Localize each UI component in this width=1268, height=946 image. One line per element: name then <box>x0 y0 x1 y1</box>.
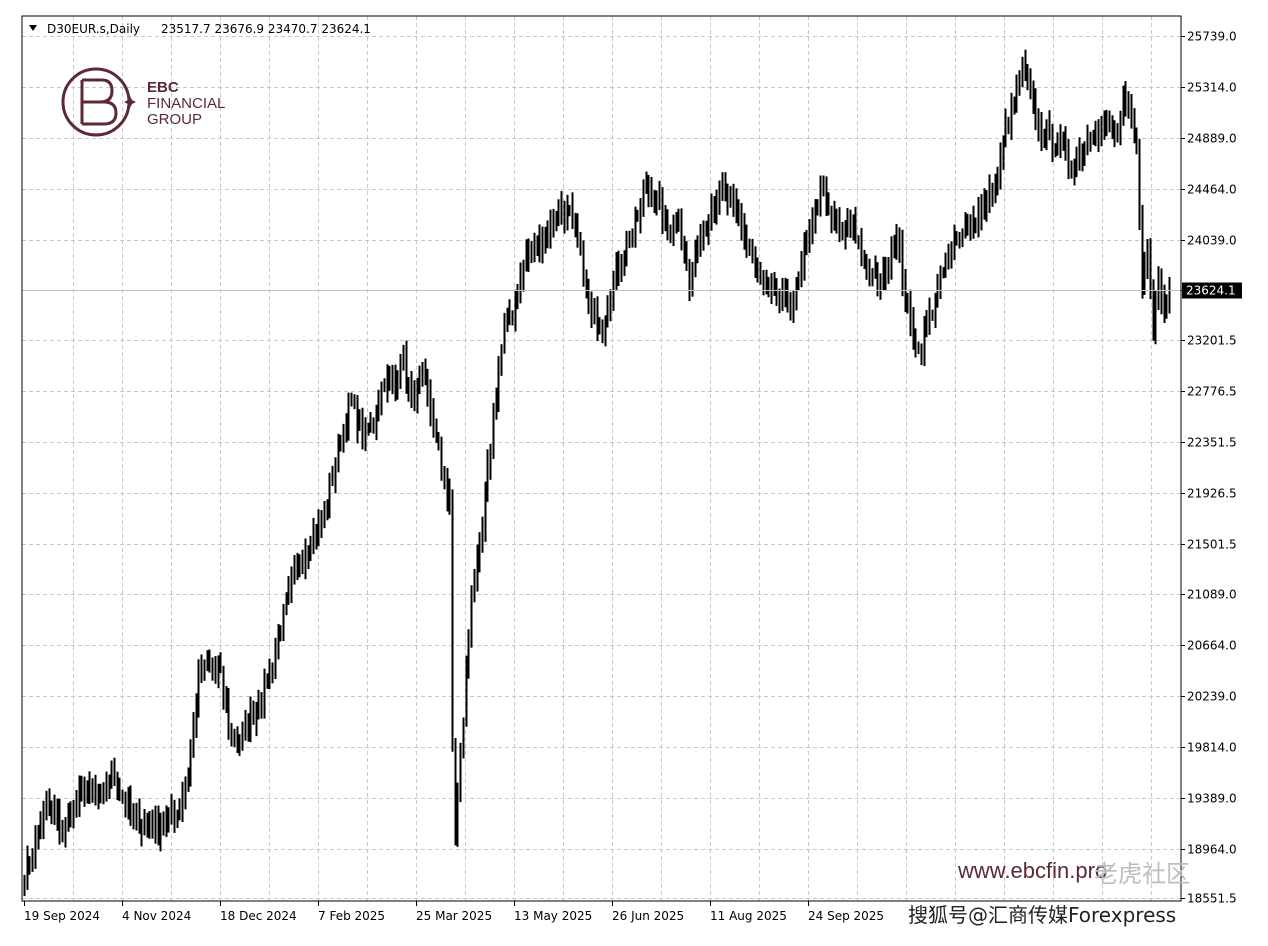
logo-line2: GROUP <box>147 111 202 128</box>
y-tick-label: 21089.0 <box>1187 588 1237 602</box>
y-tick-label: 18964.0 <box>1187 843 1237 857</box>
y-tick-label: 22351.5 <box>1187 436 1237 450</box>
y-tick-label: 24039.0 <box>1187 234 1237 248</box>
y-tick-label: 24889.0 <box>1187 132 1237 146</box>
x-tick-label: 13 May 2025 <box>514 909 592 923</box>
y-tick-label: 25314.0 <box>1187 81 1237 95</box>
x-tick-label: 4 Nov 2024 <box>122 909 191 923</box>
y-tick-label: 22776.5 <box>1187 385 1237 399</box>
symbol-label: D30EUR.s,Daily <box>47 22 140 36</box>
logo-brand: EBC <box>147 79 179 96</box>
x-tick-label: 25 Mar 2025 <box>416 909 492 923</box>
x-tick-label: 26 Jun 2025 <box>612 909 684 923</box>
watermark-source: 搜狐号@汇商传媒Forexpress <box>908 903 1176 927</box>
ohlc-readout: 23517.7 23676.9 23470.7 23624.1 <box>161 22 371 36</box>
price-chart: 25739.0 25314.0 24889.0 24464.0 24039.0 23624… <box>0 0 1268 946</box>
x-tick-label: 11 Aug 2025 <box>710 909 787 923</box>
current-price-label: 23624.1 <box>1186 284 1236 298</box>
y-tick-label: 23201.5 <box>1187 334 1237 348</box>
x-tick-label: 19 Sep 2024 <box>24 909 100 923</box>
x-tick-label: 24 Sep 2025 <box>808 909 884 923</box>
y-tick-label: 21501.5 <box>1187 538 1237 552</box>
x-tick-label: 7 Feb 2025 <box>318 909 385 923</box>
chart-background <box>0 0 1268 946</box>
x-tick-label: 18 Dec 2024 <box>220 909 297 923</box>
y-tick-label: 20664.0 <box>1187 639 1237 653</box>
y-tick-label: 19814.0 <box>1187 741 1237 755</box>
y-tick-label: 19389.0 <box>1187 792 1237 806</box>
y-tick-label: 21926.5 <box>1187 487 1237 501</box>
watermark-community: 老虎社区 <box>1094 860 1190 888</box>
watermark-url: www.ebcfin.pro <box>957 858 1107 883</box>
y-tick-label: 18551.5 <box>1187 892 1237 906</box>
y-tick-label: 25739.0 <box>1187 30 1237 44</box>
y-tick-label: 24464.0 <box>1187 183 1237 197</box>
logo-line1: FINANCIAL <box>147 95 225 112</box>
y-tick-label: 20239.0 <box>1187 690 1237 704</box>
